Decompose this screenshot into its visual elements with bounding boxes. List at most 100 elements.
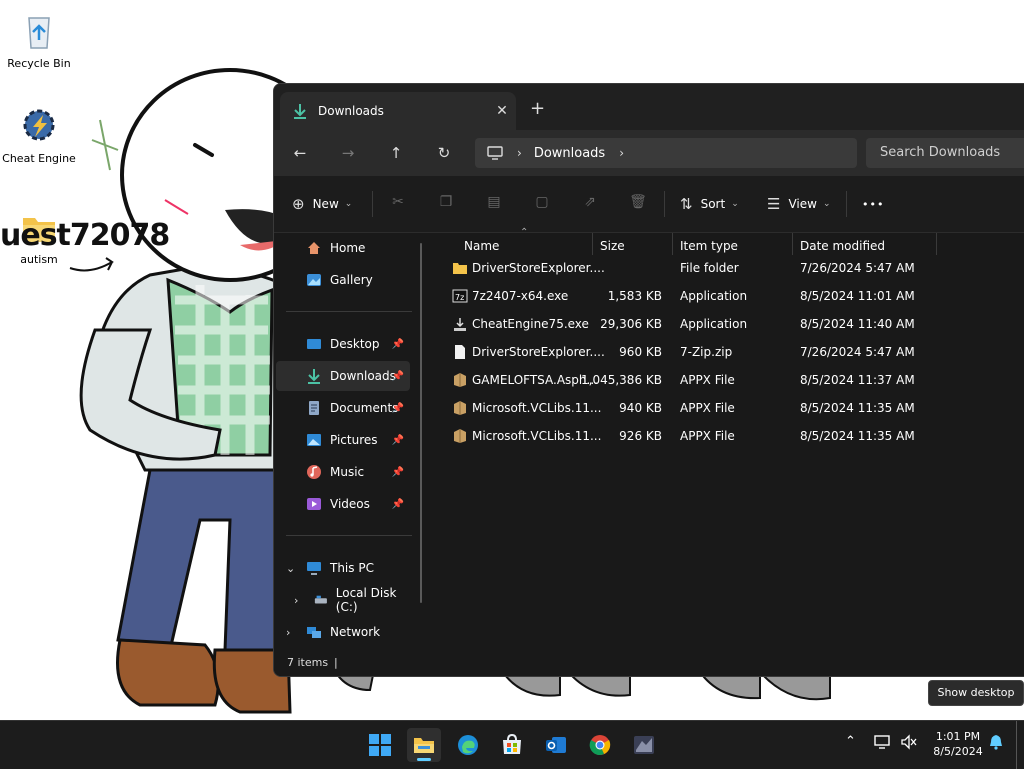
file-size: 960 KB [619,345,662,359]
table-row[interactable]: DriverStoreExplorer.... 960 KB 7-Zip.zip… [440,338,940,366]
notification-bell-icon[interactable] [988,734,1004,754]
table-row[interactable]: Microsoft.VCLibs.11... 926 KB APPX File … [440,422,940,450]
explorer-content: Home Gallery Desktop 📌 Downloads 📌 Docum… [274,227,1024,651]
chevron-right-icon[interactable]: › [286,626,290,639]
file-date: 7/26/2024 5:47 AM [800,345,915,359]
taskbar-store[interactable] [495,728,529,762]
taskbar-clock[interactable]: 1:01 PM 8/5/2024 [920,729,996,759]
pin-icon[interactable]: 📌 [392,403,404,414]
rename-icon[interactable]: ▢ [533,194,551,212]
edge-browser-icon [458,735,478,755]
folder-icon [453,263,467,274]
nav-item-downloads[interactable]: Downloads 📌 [276,361,410,391]
nav-scrollbar[interactable] [420,243,422,603]
nav-label: This PC [330,561,374,575]
address-bar[interactable]: › Downloads › [475,138,857,168]
nav-label: Gallery [330,273,373,287]
show-desktop-button[interactable] [1016,721,1024,769]
network-icon [307,627,321,638]
chevron-right-icon[interactable]: › [294,594,298,607]
view-button[interactable]: ☰ View ⌄ [767,191,830,217]
table-row[interactable]: GAMELOFTSA.Asph... 1,045,386 KB APPX Fil… [440,366,940,394]
sort-button[interactable]: ⇅ Sort ⌄ [680,191,739,217]
pin-icon[interactable]: 📌 [392,435,404,446]
taskbar-outlook[interactable] [539,728,573,762]
column-divider[interactable] [592,233,593,255]
tab-title: Downloads [318,104,384,118]
file-name: Microsoft.VCLibs.11... [472,401,602,415]
nav-label: Downloads [330,369,396,383]
table-row[interactable]: DriverStoreExplorer.... File folder 7/26… [440,254,940,282]
sound-icon[interactable] [900,734,918,754]
nav-divider [286,535,412,536]
nav-item-gallery[interactable]: Gallery [276,265,410,295]
file-type: APPX File [680,401,735,415]
file-name: 7z2407-x64.exe [472,289,569,303]
sort-icon: ⇅ [680,195,693,213]
file-date: 8/5/2024 11:40 AM [800,317,915,331]
desktop-icon-label: Recycle Bin [7,57,71,70]
taskbar-file-explorer[interactable] [407,728,441,762]
file-date: 7/26/2024 5:47 AM [800,261,915,275]
download-icon [294,104,306,119]
show-hidden-icons-chevron-up-icon[interactable]: ⌃ [845,734,856,749]
file-date: 8/5/2024 11:35 AM [800,429,915,443]
pin-icon[interactable]: 📌 [392,499,404,510]
desktop-icon-cheat-engine[interactable]: Cheat Engine [0,105,78,165]
nav-item-music[interactable]: Music 📌 [276,457,410,487]
table-row[interactable]: Microsoft.VCLibs.11... 940 KB APPX File … [440,394,940,422]
more-options-button[interactable]: ••• [862,191,884,217]
refresh-icon[interactable]: ↻ [432,141,456,165]
start-button[interactable] [363,728,397,762]
taskbar-edge[interactable] [451,728,485,762]
taskbar-chrome[interactable] [583,728,617,762]
view-button-label: View [788,197,817,211]
new-tab-button[interactable]: + [530,98,545,119]
nav-item-desktop[interactable]: Desktop 📌 [276,329,410,359]
file-type: 7-Zip.zip [680,345,733,359]
home-icon [308,242,320,254]
desktop-icon-recycle-bin[interactable]: Recycle Bin [0,10,78,70]
file-type: Application [680,317,748,331]
command-bar: ⊕ New ⌄ ✂ ❐ ▤ ▢ ⇗ 🗑 ⇅ Sort ⌄ ☰ View ⌄ ••… [274,176,1024,233]
plus-circle-icon: ⊕ [292,195,305,213]
nav-label: Pictures [330,433,378,447]
nav-item-pictures[interactable]: Pictures 📌 [276,425,410,455]
nav-label: Network [330,625,381,639]
network-status-icon[interactable] [874,734,892,754]
7zip-installer-icon: 7z [452,289,468,303]
table-row[interactable]: CheatEngine75.exe 29,306 KB Application … [440,310,940,338]
copy-icon[interactable]: ❐ [437,194,455,212]
this-pc-icon [307,562,321,575]
close-tab-icon[interactable]: ✕ [488,103,516,119]
table-row[interactable]: 7z 7z2407-x64.exe 1,583 KB Application 8… [440,282,940,310]
up-arrow-icon[interactable]: ↑ [384,141,408,165]
column-divider[interactable] [936,233,937,255]
forward-arrow-icon[interactable]: → [336,141,360,165]
chevron-down-icon[interactable]: ⌄ [286,562,295,575]
taskbar-game-app[interactable] [627,728,661,762]
new-button[interactable]: ⊕ New ⌄ [292,191,352,217]
column-divider[interactable] [792,233,793,255]
nav-item-home[interactable]: Home [276,233,410,263]
column-divider[interactable] [672,233,673,255]
nav-item-this-pc[interactable]: ⌄ This PC [276,553,410,583]
breadcrumb-downloads[interactable]: Downloads [534,146,605,161]
delete-icon[interactable]: 🗑 [629,194,647,212]
nav-item-videos[interactable]: Videos 📌 [276,489,410,519]
pin-icon[interactable]: 📌 [392,371,404,382]
nav-item-local-disk[interactable]: › Local Disk (C:) [276,585,410,615]
nav-item-documents[interactable]: Documents 📌 [276,393,410,423]
file-size: 1,583 KB [607,289,662,303]
tab-downloads[interactable]: Downloads ✕ [280,92,516,130]
share-icon[interactable]: ⇗ [581,194,599,212]
search-input[interactable]: Search Downloads [866,138,1024,168]
chevron-right-icon[interactable]: › [619,146,624,160]
chevron-right-icon[interactable]: › [517,146,522,160]
pin-icon[interactable]: 📌 [392,467,404,478]
pin-icon[interactable]: 📌 [392,339,404,350]
nav-item-network[interactable]: › Network [276,617,410,647]
cut-icon[interactable]: ✂ [389,194,407,212]
back-arrow-icon[interactable]: ← [288,141,312,165]
paste-icon[interactable]: ▤ [485,194,503,212]
